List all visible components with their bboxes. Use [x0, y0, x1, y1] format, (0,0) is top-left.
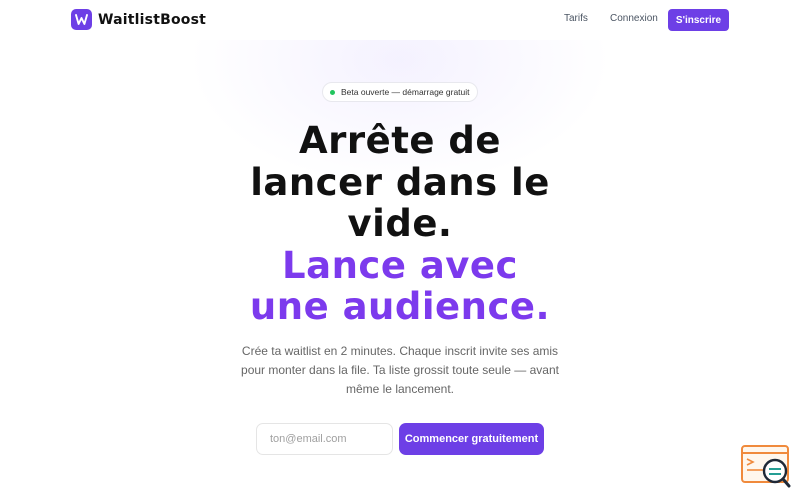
- hero-headline: Arrête de lancer dans le vide. Lance ave…: [180, 120, 620, 328]
- headline-line: lancer dans le: [250, 160, 550, 204]
- logo-mark-icon: [71, 9, 92, 30]
- subtitle-line: pour monter dans la file. Ta liste gross…: [241, 363, 559, 377]
- support-search-icon[interactable]: [741, 445, 791, 489]
- email-input[interactable]: [256, 423, 393, 455]
- signup-button[interactable]: S'inscrire: [668, 9, 729, 31]
- headline-accent-line: Lance avec: [282, 243, 518, 287]
- start-free-button[interactable]: Commencer gratuitement: [399, 423, 544, 455]
- subtitle-line: même le lancement.: [345, 382, 455, 396]
- headline-line: vide.: [347, 202, 453, 245]
- status-dot-icon: [330, 89, 335, 95]
- top-navbar: WaitlistBoost Tarifs Connexion S'inscrir…: [0, 0, 800, 40]
- brand-logo[interactable]: WaitlistBoost: [71, 9, 206, 30]
- nav-link-connexion[interactable]: Connexion: [610, 13, 658, 24]
- subtitle-line: Crée ta waitlist en 2 minutes. Chaque in…: [241, 344, 559, 358]
- nav-link-tarifs[interactable]: Tarifs: [564, 13, 588, 24]
- brand-name: WaitlistBoost: [98, 11, 207, 28]
- hero-subtitle: Crée ta waitlist en 2 minutes. Chaque in…: [235, 342, 565, 399]
- headline-line: Arrête de: [299, 119, 501, 162]
- beta-badge: Beta ouverte — démarrage gratuit: [322, 82, 478, 102]
- beta-badge-label: Beta ouverte — démarrage gratuit: [341, 87, 470, 97]
- headline-accent-line: une audience.: [249, 285, 551, 328]
